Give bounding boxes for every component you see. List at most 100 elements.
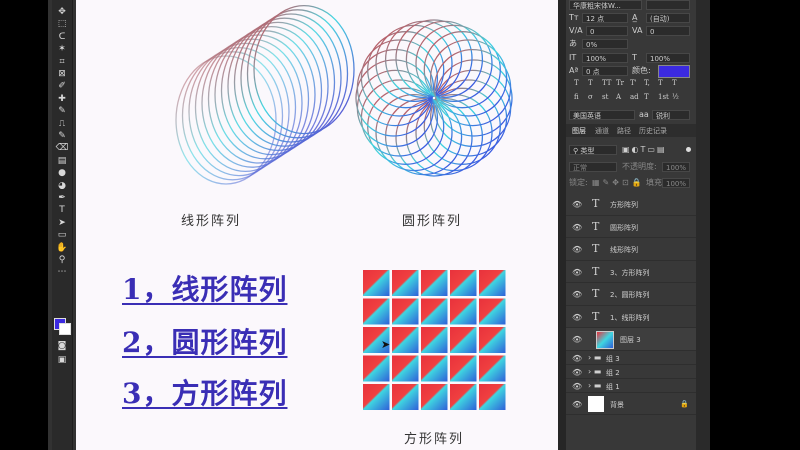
- layer-row[interactable]: 👁 T 圆形阵列: [566, 216, 696, 238]
- tab-paths[interactable]: 路径: [617, 126, 631, 136]
- type-style-button[interactable]: T,: [644, 79, 650, 87]
- magic-wand-tool-icon[interactable]: ✶: [55, 43, 69, 55]
- visibility-eye-icon[interactable]: 👁: [572, 313, 582, 322]
- layer-row[interactable]: 👁 T 线形阵列: [566, 238, 696, 261]
- language-select[interactable]: 美国英语: [569, 110, 635, 120]
- font-style-select[interactable]: [646, 0, 690, 10]
- tab-layers[interactable]: 图层: [572, 126, 586, 136]
- line-array-ring: [220, 25, 323, 156]
- background-color-swatch[interactable]: [59, 323, 71, 335]
- antialias-select[interactable]: 锐利: [652, 110, 690, 120]
- blur-tool-icon[interactable]: ●: [55, 167, 69, 179]
- type-style-button[interactable]: T': [630, 79, 637, 87]
- folder-icon: › ▬: [588, 380, 602, 390]
- opentype-button[interactable]: A: [616, 93, 621, 101]
- opentype-button[interactable]: T: [644, 93, 649, 101]
- filter-toggle-icon[interactable]: [686, 147, 691, 152]
- layer-name: 2、圆形阵列: [610, 291, 650, 299]
- layer-row[interactable]: 👁 › ▬ 组 3: [566, 351, 696, 365]
- pen-tool-icon[interactable]: ✒: [55, 192, 69, 204]
- opentype-button[interactable]: 1st: [658, 93, 669, 101]
- type-style-button[interactable]: TT: [602, 79, 611, 87]
- tab-channels[interactable]: 通道: [595, 126, 609, 136]
- horizontal-scale-field[interactable]: 100%: [646, 53, 690, 63]
- marquee-tool-icon[interactable]: ⬚: [55, 18, 69, 30]
- color-label: 颜色:: [632, 66, 651, 75]
- right-panels: 华康粗宋体W... Tт 12 点 A̲ (自动) V/A 0 VA 0 あ 0…: [566, 0, 696, 450]
- layer-row[interactable]: 👁 › ▬ 组 2: [566, 365, 696, 379]
- eraser-tool-icon[interactable]: ⌫: [55, 142, 69, 154]
- text-color-swatch[interactable]: [658, 65, 690, 78]
- type-style-button[interactable]: T: [672, 79, 677, 87]
- type-style-button[interactable]: T: [588, 79, 593, 87]
- opentype-button[interactable]: fi: [574, 93, 579, 101]
- lock-icons[interactable]: ▦✎✥⊡🔒: [592, 178, 645, 188]
- document-canvas[interactable]: 线形阵列 圆形阵列 方形阵列 1，线形阵列 2，圆形阵列 3，方形阵列 ➤: [76, 0, 558, 450]
- more-tool-icon[interactable]: ⋯: [55, 266, 69, 278]
- font-size-field[interactable]: 12 点: [582, 13, 628, 23]
- baseline-field[interactable]: 0 点: [582, 66, 628, 76]
- type-style-button[interactable]: T: [658, 79, 663, 87]
- opentype-button[interactable]: ad: [630, 93, 639, 101]
- layer-row[interactable]: 👁 🔒 背景: [566, 393, 696, 415]
- visibility-eye-icon[interactable]: 👁: [572, 245, 582, 254]
- square-array-caption: 方形阵列: [404, 432, 465, 447]
- layer-name: 方形阵列: [610, 201, 638, 209]
- visibility-eye-icon[interactable]: 👁: [572, 400, 582, 409]
- opentype-button[interactable]: ½: [672, 93, 679, 101]
- tab-history[interactable]: 历史记录: [639, 126, 667, 136]
- hand-tool-icon[interactable]: ✋: [55, 242, 69, 254]
- layer-filter-select[interactable]: ⚲ 类型: [569, 145, 617, 155]
- layer-row[interactable]: 👁 T 方形阵列: [566, 193, 696, 216]
- frame-tool-icon[interactable]: ⊠: [55, 68, 69, 80]
- path-select-tool-icon[interactable]: ➤: [55, 217, 69, 229]
- quick-mask-icon[interactable]: ◙: [55, 340, 69, 352]
- layer-row[interactable]: 👁 T 1、线形阵列: [566, 306, 696, 328]
- panel-divider[interactable]: [558, 0, 566, 450]
- visibility-eye-icon[interactable]: 👁: [572, 335, 582, 344]
- lasso-tool-icon[interactable]: ᑕ: [55, 31, 69, 43]
- visibility-eye-icon[interactable]: 👁: [572, 223, 582, 232]
- visibility-eye-icon[interactable]: 👁: [572, 290, 582, 299]
- heading-line-array: 1，线形阵列: [122, 273, 288, 306]
- square-array-tile: [450, 298, 477, 325]
- visibility-eye-icon[interactable]: 👁: [572, 200, 582, 209]
- gradient-tool-icon[interactable]: ▤: [55, 155, 69, 167]
- type-tool-icon[interactable]: T: [55, 204, 69, 216]
- layer-row[interactable]: 👁 T 2、圆形阵列: [566, 283, 696, 306]
- font-family-select[interactable]: 华康粗宋体W...: [569, 0, 642, 10]
- tsume-field[interactable]: 0%: [582, 39, 628, 49]
- visibility-eye-icon[interactable]: 👁: [572, 368, 582, 377]
- fill-field[interactable]: 100%: [662, 178, 690, 188]
- vertical-scale-field[interactable]: 100%: [582, 53, 628, 63]
- brush-tool-icon[interactable]: ✎: [55, 105, 69, 117]
- crop-tool-icon[interactable]: ⌗: [55, 56, 69, 68]
- leading-field[interactable]: (自动): [646, 13, 690, 23]
- dodge-tool-icon[interactable]: ◕: [55, 180, 69, 192]
- layer-row[interactable]: 👁 图层 3: [566, 328, 696, 351]
- visibility-eye-icon[interactable]: 👁: [572, 268, 582, 277]
- filter-icons[interactable]: ▣◐T▭▤: [622, 145, 667, 155]
- visibility-eye-icon[interactable]: 👁: [572, 354, 582, 363]
- healing-tool-icon[interactable]: ✚: [55, 93, 69, 105]
- stamp-tool-icon[interactable]: ⎍: [55, 118, 69, 130]
- screen-mode-icon[interactable]: ▣: [55, 354, 69, 366]
- type-style-button[interactable]: Tr: [616, 79, 624, 87]
- eyedropper-tool-icon[interactable]: ✐: [55, 80, 69, 92]
- layer-row[interactable]: 👁 › ▬ 组 1: [566, 379, 696, 393]
- layer-row[interactable]: 👁 T 3、方形阵列: [566, 261, 696, 283]
- history-brush-tool-icon[interactable]: ✎: [55, 130, 69, 142]
- opacity-field[interactable]: 100%: [662, 162, 690, 172]
- visibility-eye-icon[interactable]: 👁: [572, 382, 582, 391]
- move-tool-icon[interactable]: ✥: [55, 6, 69, 18]
- tracking-field[interactable]: 0: [646, 26, 690, 36]
- type-style-button[interactable]: T: [574, 79, 579, 87]
- panel-scrollbar[interactable]: [696, 0, 710, 450]
- opentype-button[interactable]: σ: [588, 93, 593, 101]
- opentype-button[interactable]: st: [602, 93, 608, 101]
- rectangle-tool-icon[interactable]: ▭: [55, 229, 69, 241]
- square-array-tile: [363, 355, 390, 382]
- blend-mode-select[interactable]: 正常: [569, 162, 617, 172]
- zoom-tool-icon[interactable]: ⚲: [55, 254, 69, 266]
- kerning-field[interactable]: 0: [586, 26, 628, 36]
